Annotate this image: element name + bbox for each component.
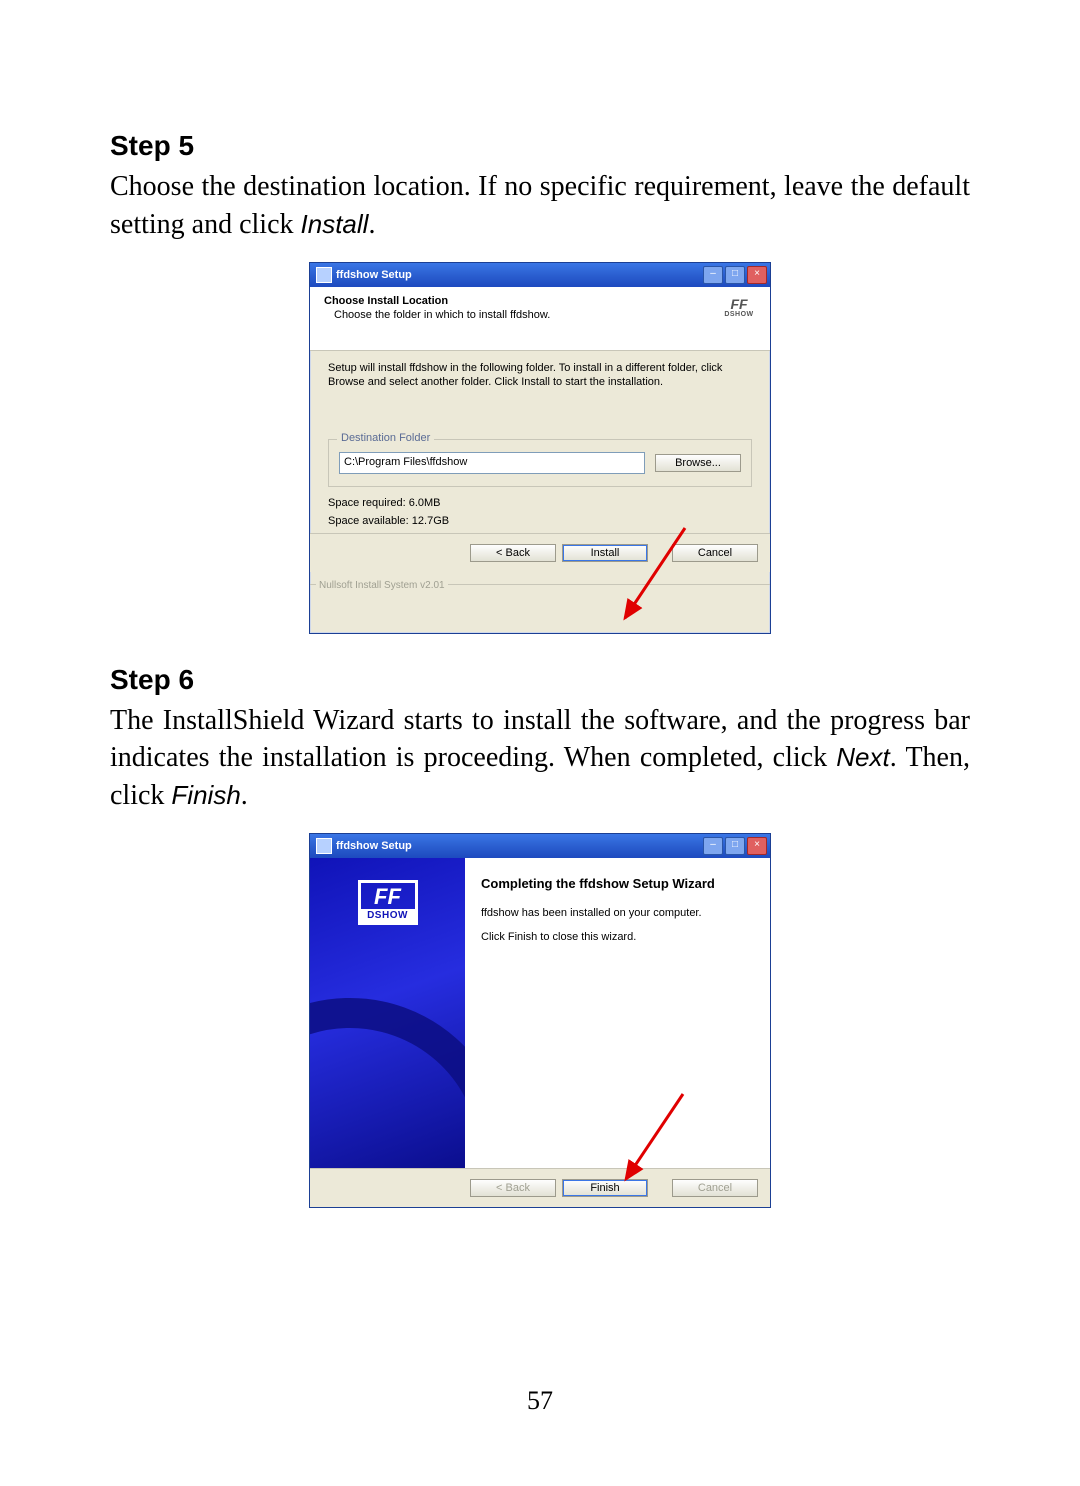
destination-folder-legend: Destination Folder (337, 432, 434, 444)
wizard-right-panel: Completing the ffdshow Setup Wizard ffds… (465, 858, 770, 1168)
wizard-panel: FF DSHOW Completing the ffdshow Setup Wi… (310, 858, 770, 1168)
space-required: Space required: 6.0MB (328, 497, 752, 509)
install-button[interactable]: Install (562, 544, 648, 562)
step6-heading: Step 6 (110, 664, 970, 696)
completing-title: Completing the ffdshow Setup Wizard (481, 876, 754, 891)
cancel-button: Cancel (672, 1179, 758, 1197)
installer-window-location: ffdshow Setup – □ × Choose Install Locat… (309, 262, 771, 634)
header-subtitle: Choose the folder in which to install ff… (334, 309, 756, 321)
maximize-button[interactable]: □ (725, 837, 745, 855)
destination-path-input[interactable]: C:\Program Files\ffdshow (339, 452, 645, 474)
installer-window-complete: ffdshow Setup – □ × FF DSHOW Completing … (309, 833, 771, 1208)
ff-logo-icon: FF DSHOW (722, 297, 756, 318)
app-icon (316, 838, 332, 854)
button-row: < Back Install Cancel (310, 533, 770, 572)
page-number: 57 (0, 1386, 1080, 1416)
window-title: ffdshow Setup (336, 269, 412, 281)
browse-button[interactable]: Browse... (655, 454, 741, 472)
app-icon (316, 267, 332, 283)
completing-line2: Click Finish to close this wizard. (481, 931, 754, 943)
back-button[interactable]: < Back (470, 544, 556, 562)
step6-next-word: Next (836, 742, 889, 772)
step6-finish-word: Finish (171, 780, 240, 810)
titlebar[interactable]: ffdshow Setup – □ × (310, 834, 770, 858)
step5-heading: Step 5 (110, 130, 970, 162)
minimize-button[interactable]: – (703, 266, 723, 284)
nsis-version-label: Nullsoft Install System v2.01 (316, 580, 448, 591)
minimize-button[interactable]: – (703, 837, 723, 855)
logo-sub: DSHOW (722, 311, 756, 318)
step6-text-c: . (241, 780, 248, 811)
document-page: Step 5 Choose the destination location. … (0, 0, 1080, 1486)
titlebar[interactable]: ffdshow Setup – □ × (310, 263, 770, 287)
close-button[interactable]: × (747, 837, 767, 855)
button-row: < Back Finish Cancel (310, 1168, 770, 1207)
header-title: Choose Install Location (324, 295, 756, 307)
step5-text-before: Choose the destination location. If no s… (110, 171, 970, 240)
step5-paragraph: Choose the destination location. If no s… (110, 168, 970, 244)
installer-body: Setup will install ffdshow in the follow… (310, 351, 770, 534)
instruction-text: Setup will install ffdshow in the follow… (328, 361, 752, 390)
ff-logo-icon: FF DSHOW (358, 880, 418, 925)
logo-main: FF (730, 296, 747, 312)
maximize-button[interactable]: □ (725, 266, 745, 284)
finish-button[interactable]: Finish (562, 1179, 648, 1197)
space-available: Space available: 12.7GB (328, 515, 752, 527)
header-band: Choose Install Location Choose the folde… (310, 287, 770, 351)
window-title: ffdshow Setup (336, 840, 412, 852)
close-button[interactable]: × (747, 266, 767, 284)
side-banner: FF DSHOW (310, 858, 465, 1168)
back-button: < Back (470, 1179, 556, 1197)
step5-action-word: Install (301, 209, 369, 239)
logo-sub: DSHOW (361, 909, 415, 922)
destination-folder-group: Destination Folder C:\Program Files\ffds… (328, 439, 752, 487)
logo-main: FF (361, 883, 415, 909)
step6-paragraph: The InstallShield Wizard starts to insta… (110, 702, 970, 815)
cancel-button[interactable]: Cancel (672, 544, 758, 562)
step5-text-after: . (368, 209, 375, 240)
completing-line1: ffdshow has been installed on your compu… (481, 907, 754, 919)
